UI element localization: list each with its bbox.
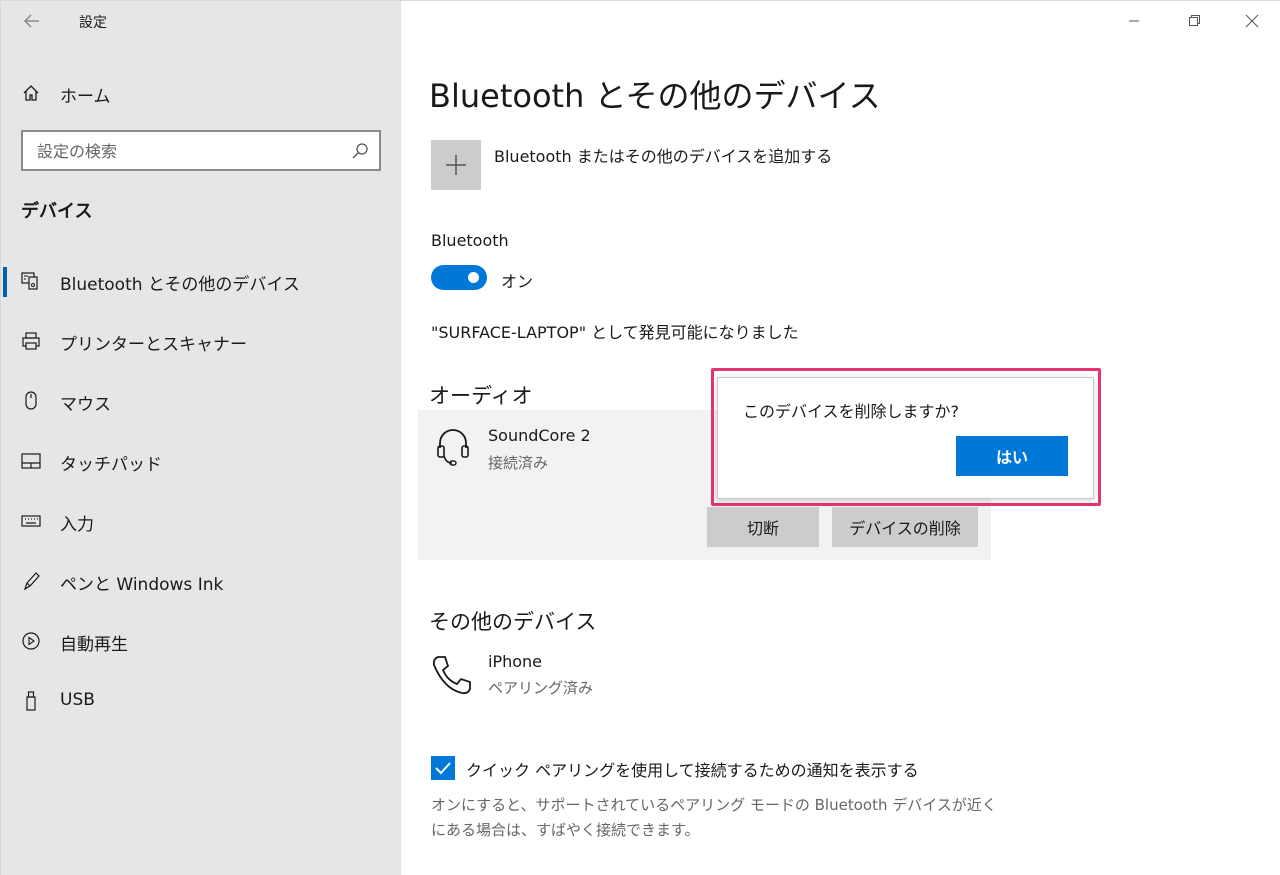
close-button[interactable]: [1237, 9, 1267, 33]
remove-confirm-dialog: このデバイスを削除しますか? はい: [717, 377, 1094, 499]
keyboard-icon: [21, 515, 41, 527]
remove-device-button[interactable]: デバイスの削除: [832, 507, 978, 547]
pen-icon: [23, 572, 40, 591]
home-label: ホーム: [60, 87, 111, 107]
sidebar-item-label: マウス: [60, 395, 111, 415]
plus-icon: [446, 155, 466, 175]
page-title: Bluetooth とその他のデバイス: [429, 77, 881, 115]
other-devices-title: その他のデバイス: [429, 610, 597, 634]
confirm-yes-button[interactable]: はい: [956, 436, 1068, 476]
headset-icon: [437, 429, 469, 466]
window-controls: [1101, 1, 1280, 41]
touchpad-icon: [21, 453, 41, 469]
minimize-icon: [1129, 20, 1139, 22]
back-arrow-icon: [23, 14, 39, 28]
sidebar-item-label: タッチパッド: [60, 455, 162, 475]
disconnect-button[interactable]: 切断: [707, 507, 819, 547]
printer-icon: [22, 332, 40, 350]
dialog-message: このデバイスを削除しますか?: [743, 402, 960, 421]
add-device-label[interactable]: Bluetooth またはその他のデバイスを追加する: [494, 143, 832, 167]
sidebar-item-usb[interactable]: USB: [1, 671, 401, 731]
app-title: 設定: [79, 15, 107, 31]
bluetooth-toggle[interactable]: [431, 265, 487, 290]
other-device-item[interactable]: iPhone ペアリング済み: [418, 641, 991, 711]
sidebar-item-label: 自動再生: [60, 635, 128, 655]
restore-button[interactable]: [1179, 9, 1209, 33]
sidebar-item-home[interactable]: ホーム: [1, 75, 401, 111]
sidebar-item-mouse[interactable]: マウス: [1, 371, 401, 431]
toggle-knob: [468, 272, 479, 283]
sidebar-item-autoplay[interactable]: 自動再生: [1, 611, 401, 671]
sidebar-item-label: ペンと Windows Ink: [60, 575, 224, 595]
close-icon: [1245, 14, 1259, 28]
sidebar-item-input[interactable]: 入力: [1, 491, 401, 551]
mouse-icon: [25, 391, 37, 410]
bluetooth-devices-icon: [21, 272, 38, 290]
home-icon: [23, 85, 39, 101]
device-name: iPhone: [488, 652, 543, 671]
search-input[interactable]: [37, 140, 337, 162]
sidebar-item-label: プリンターとスキャナー: [60, 335, 247, 355]
sidebar-item-bluetooth[interactable]: Bluetooth とその他のデバイス: [1, 251, 401, 311]
sidebar-item-pen[interactable]: ペンと Windows Ink: [1, 551, 401, 611]
title-bar: 設定: [1, 1, 401, 41]
quick-pair-help-text: オンにすると、サポートされているペアリング モードの Bluetooth デバイ…: [431, 796, 997, 839]
bluetooth-label: Bluetooth: [431, 231, 509, 250]
sidebar-item-printers[interactable]: プリンターとスキャナー: [1, 311, 401, 371]
autoplay-icon: [22, 632, 40, 650]
device-status: 接続済み: [488, 454, 549, 472]
minimize-button[interactable]: [1119, 9, 1149, 33]
back-button[interactable]: [19, 9, 47, 33]
sidebar-item-label: USB: [60, 690, 95, 710]
device-name: SoundCore 2: [488, 426, 591, 445]
device-status: ペアリング済み: [488, 679, 594, 697]
add-device-button[interactable]: [431, 140, 481, 190]
sidebar-item-touchpad[interactable]: タッチパッド: [1, 431, 401, 491]
checkmark-icon: [435, 762, 451, 775]
restore-icon: [1189, 15, 1200, 26]
sidebar: 設定 ホーム デバイス Bluet: [1, 1, 401, 875]
sidebar-item-label: Bluetooth とその他のデバイス: [60, 275, 300, 295]
quick-pair-label[interactable]: クイック ペアリングを使用して接続するための通知を表示する: [466, 757, 919, 781]
section-title: デバイス: [21, 201, 93, 222]
usb-icon: [26, 691, 36, 711]
quick-pair-checkbox[interactable]: [431, 756, 455, 780]
audio-section-title: オーディオ: [429, 384, 533, 408]
search-box[interactable]: [21, 130, 381, 171]
toggle-state-label: オン: [501, 272, 534, 291]
search-icon[interactable]: [351, 142, 369, 160]
settings-window: 設定 ホーム デバイス Bluet: [0, 0, 1280, 875]
discoverable-text: "SURFACE-LAPTOP" として発見可能になりました: [431, 323, 799, 342]
sidebar-item-label: 入力: [60, 515, 94, 535]
sidebar-nav: Bluetooth とその他のデバイス プリンターとスキャナー マウス タッチパ…: [1, 251, 401, 731]
phone-icon: [432, 656, 471, 695]
